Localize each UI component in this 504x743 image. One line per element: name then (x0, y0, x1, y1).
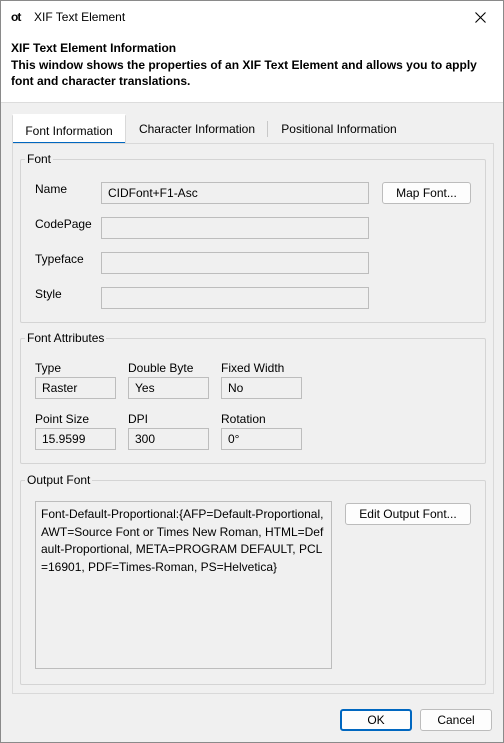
type-field[interactable]: Raster (35, 377, 116, 399)
tab-positional-information[interactable]: Positional Information (271, 114, 407, 144)
tab-label: Font Information (25, 124, 113, 138)
tab-label: Character Information (138, 122, 256, 136)
rotation-label: Rotation (221, 412, 266, 426)
window-title: XIF Text Element (34, 10, 126, 24)
dpi-field[interactable]: 300 (128, 428, 209, 450)
typeface-field[interactable] (101, 252, 369, 274)
output-font-group-label: Output Font (25, 473, 93, 487)
typeface-label: Typeface (35, 252, 84, 266)
output-font-group: Output Font Font-Default-Proportional:{A… (20, 473, 486, 685)
codepage-field[interactable] (101, 217, 369, 239)
font-group: Font Name CIDFont+F1-Asc Map Font... Cod… (20, 152, 486, 323)
fixed-width-label: Fixed Width (221, 361, 285, 375)
fixed-width-field[interactable]: No (221, 377, 302, 399)
dpi-label: DPI (128, 412, 149, 426)
title-bar: ot XIF Text Element (1, 1, 503, 33)
output-font-text[interactable]: Font-Default-Proportional:{AFP=Default-P… (35, 501, 332, 669)
font-attributes-group-label: Font Attributes (25, 331, 107, 345)
ok-button[interactable]: OK (340, 709, 412, 731)
info-header: XIF Text Element Information This window… (1, 33, 503, 103)
style-field[interactable] (101, 287, 369, 309)
point-size-label: Point Size (35, 412, 90, 426)
name-label: Name (35, 182, 68, 196)
style-label: Style (35, 287, 62, 301)
tab-character-information[interactable]: Character Information (130, 114, 264, 144)
rotation-field[interactable]: 0° (221, 428, 302, 450)
double-byte-field[interactable]: Yes (128, 377, 209, 399)
header-description: This window shows the properties of an X… (11, 58, 477, 88)
tab-label: Positional Information (281, 122, 397, 136)
type-label: Type (35, 361, 62, 375)
font-information-panel: Font Name CIDFont+F1-Asc Map Font... Cod… (12, 143, 494, 694)
tab-divider (267, 121, 268, 137)
tab-font-information[interactable]: Font Information (12, 114, 126, 144)
font-name-field[interactable]: CIDFont+F1-Asc (101, 182, 369, 204)
map-font-button[interactable]: Map Font... (382, 182, 471, 204)
header-title: XIF Text Element Information (11, 41, 177, 55)
close-icon (474, 11, 486, 23)
font-group-label: Font (25, 152, 54, 166)
codepage-label: CodePage (35, 217, 92, 231)
close-button[interactable] (457, 1, 503, 33)
double-byte-label: Double Byte (128, 361, 194, 375)
font-attributes-group: Font Attributes Type Raster Double Byte … (20, 331, 486, 464)
app-logo-icon: ot (11, 10, 21, 24)
cancel-button[interactable]: Cancel (420, 709, 492, 731)
edit-output-font-button[interactable]: Edit Output Font... (345, 503, 471, 525)
point-size-field[interactable]: 15.9599 (35, 428, 116, 450)
dialog-window: ot XIF Text Element XIF Text Element Inf… (0, 0, 504, 743)
